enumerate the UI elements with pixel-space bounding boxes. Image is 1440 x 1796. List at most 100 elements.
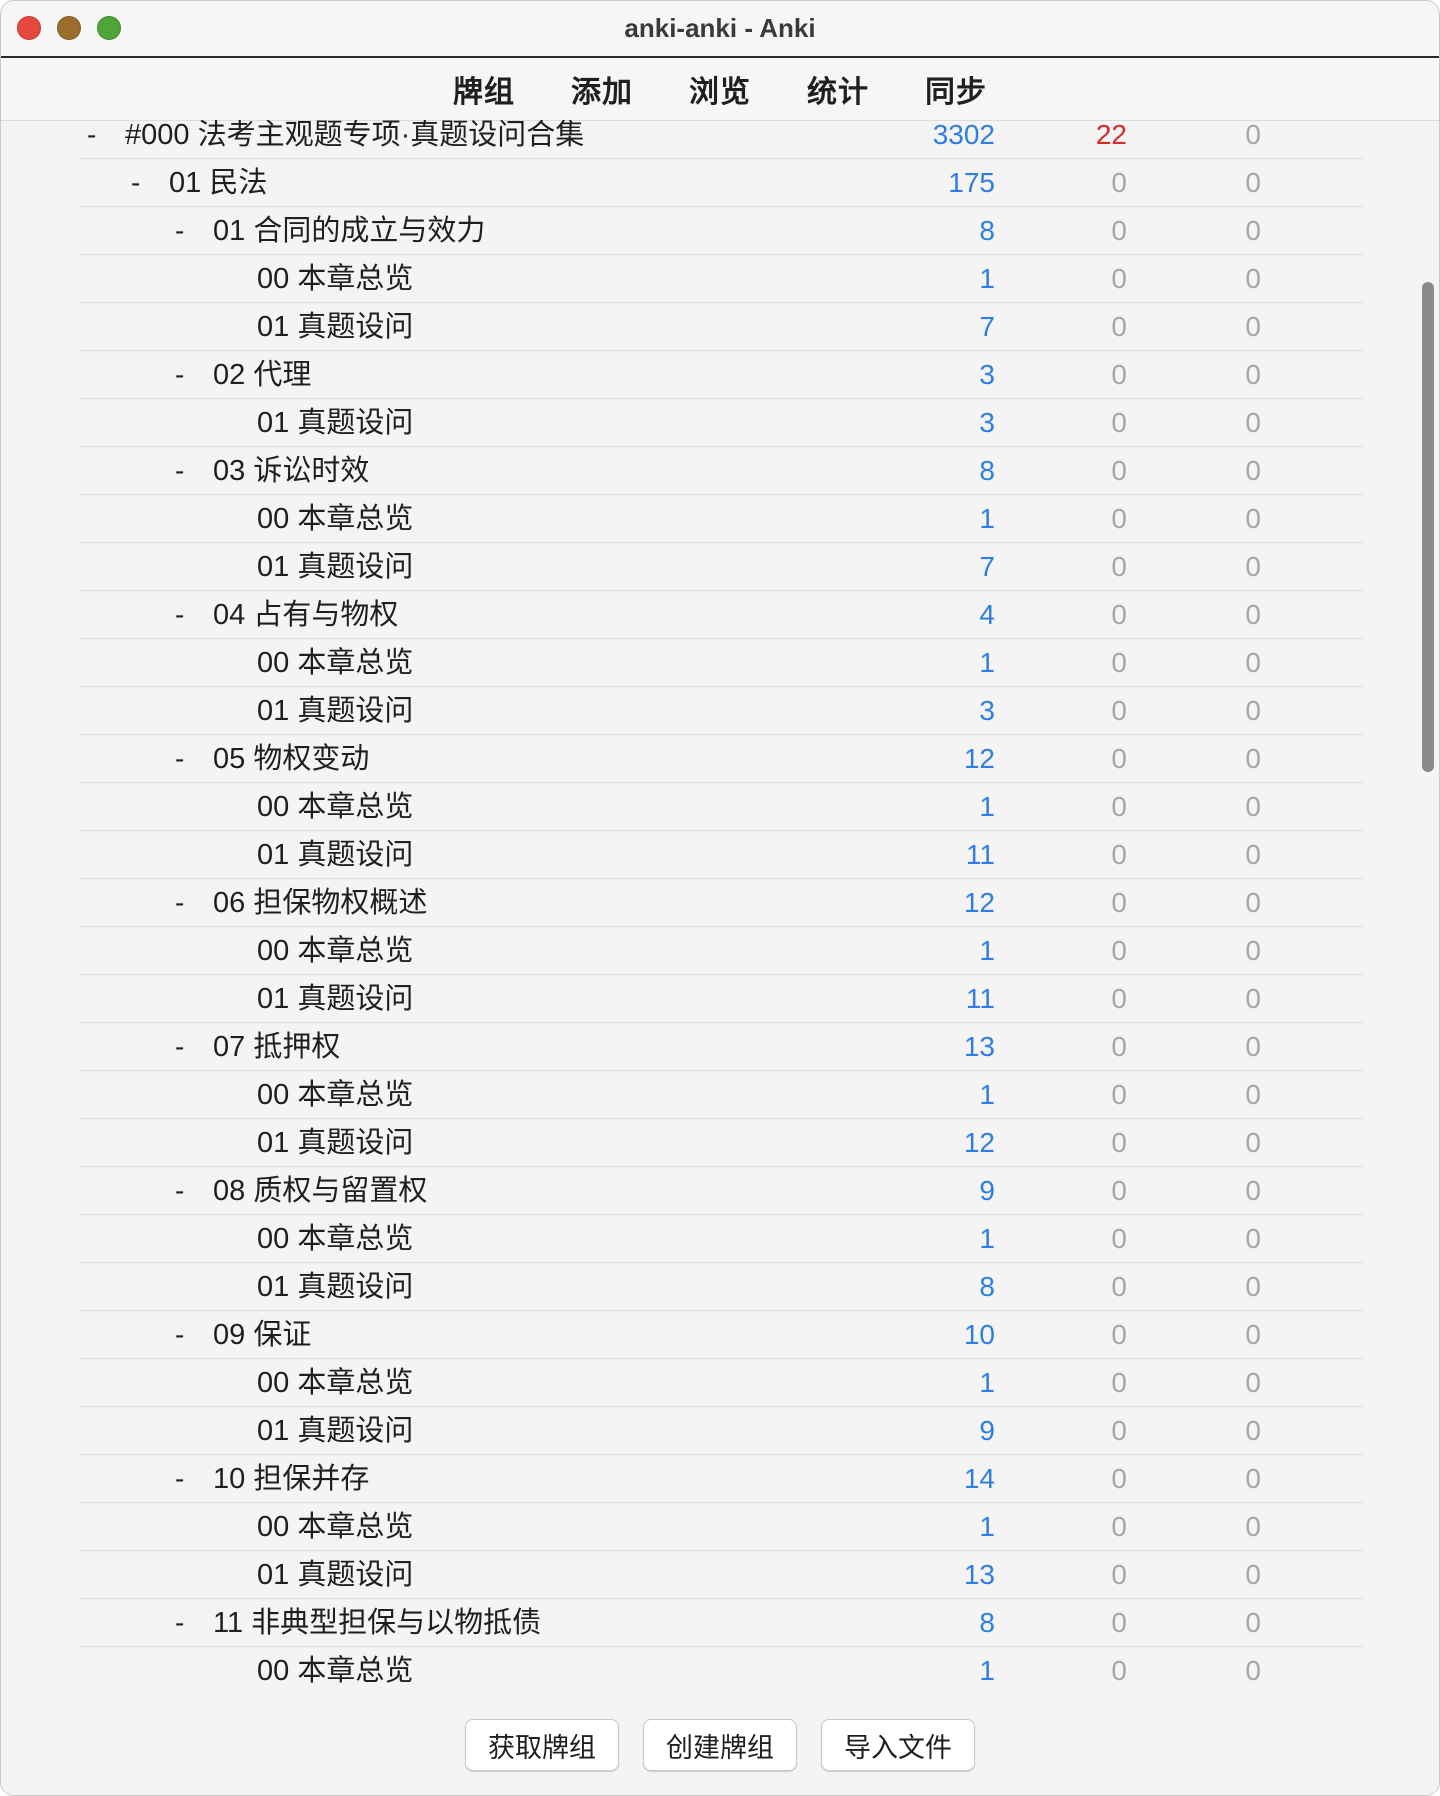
deck-list-area[interactable]: - #000 法考主观题专项·真题设问合集 3302 22 0-01 民法 175 0 0-0… [1,120,1439,1694]
due-count: 0 [1245,647,1261,678]
due-count: 0 [1245,983,1261,1014]
deck-name[interactable]: 04 占有与物权 [213,591,398,639]
deck-row[interactable]: 00 本章总览 1 0 0 [79,1503,1363,1551]
deck-row[interactable]: 00 本章总览 1 0 0 [79,783,1363,831]
create-deck-button[interactable]: 创建牌组 [643,1719,797,1771]
deck-name[interactable]: 05 物权变动 [213,735,369,783]
collapse-toggle[interactable]: - [175,447,184,495]
deck-row[interactable]: 01 真题设问 7 0 0 [79,303,1363,351]
deck-name[interactable]: 00 本章总览 [257,1503,413,1551]
deck-name[interactable]: 10 担保并存 [213,1455,369,1503]
toolbar-decks[interactable]: 牌组 [453,67,515,111]
collapse-toggle[interactable]: - [175,735,184,783]
new-count: 12 [963,887,995,918]
deck-row[interactable]: -06 担保物权概述 12 0 0 [79,879,1363,927]
deck-name[interactable]: 01 民法 [169,159,267,207]
collapse-toggle[interactable]: - [175,207,184,255]
deck-row[interactable]: 00 本章总览 1 0 0 [79,927,1363,975]
toolbar-browse[interactable]: 浏览 [689,67,751,111]
collapse-toggle[interactable]: - [175,1167,184,1215]
deck-row[interactable]: 01 真题设问 12 0 0 [79,1119,1363,1167]
deck-row[interactable]: 00 本章总览 1 0 0 [79,1215,1363,1263]
deck-row[interactable]: -04 占有与物权 4 0 0 [79,591,1363,639]
deck-row[interactable]: 01 真题设问 9 0 0 [79,1407,1363,1455]
deck-row[interactable]: -02 代理 3 0 0 [79,351,1363,399]
deck-name[interactable]: 01 真题设问 [257,687,413,735]
deck-name[interactable]: 00 本章总览 [257,783,413,831]
deck-row[interactable]: 01 真题设问 11 0 0 [79,975,1363,1023]
deck-name[interactable]: 00 本章总览 [257,1215,413,1263]
deck-row[interactable]: -09 保证 10 0 0 [79,1311,1363,1359]
deck-row[interactable]: -10 担保并存 14 0 0 [79,1455,1363,1503]
deck-name[interactable]: 08 质权与留置权 [213,1167,427,1215]
deck-row[interactable]: 00 本章总览 1 0 0 [79,1359,1363,1407]
deck-name[interactable]: 00 本章总览 [257,1647,413,1694]
deck-row[interactable]: 00 本章总览 1 0 0 [79,1647,1363,1694]
scrollbar-thumb[interactable] [1421,281,1435,773]
due-count: 0 [1245,1319,1261,1350]
deck-row[interactable]: -11 非典型担保与以物抵债 8 0 0 [79,1599,1363,1647]
get-shared-decks-button[interactable]: 获取牌组 [465,1719,619,1771]
deck-row[interactable]: 00 本章总览 1 0 0 [79,639,1363,687]
deck-row[interactable]: 01 真题设问 11 0 0 [79,831,1363,879]
new-count: 3 [979,407,995,438]
deck-row[interactable]: -01 合同的成立与效力 8 0 0 [79,207,1363,255]
deck-row[interactable]: 01 真题设问 13 0 0 [79,1551,1363,1599]
deck-row[interactable]: -03 诉讼时效 8 0 0 [79,447,1363,495]
deck-name[interactable]: 11 非典型担保与以物抵债 [213,1599,541,1647]
deck-name[interactable]: 06 担保物权概述 [213,879,427,927]
deck-name[interactable]: 00 本章总览 [257,495,413,543]
deck-name[interactable]: 01 真题设问 [257,831,413,879]
vertical-scrollbar[interactable] [1421,281,1435,773]
deck-row[interactable]: 01 真题设问 8 0 0 [79,1263,1363,1311]
deck-name[interactable]: 01 真题设问 [257,543,413,591]
deck-name[interactable]: 00 本章总览 [257,1071,413,1119]
learn-count: 0 [1111,1367,1127,1398]
toolbar-sync[interactable]: 同步 [925,67,987,111]
deck-name[interactable]: 03 诉讼时效 [213,447,369,495]
deck-name[interactable]: #000 法考主观题专项·真题设问合集 [125,120,584,159]
collapse-toggle[interactable]: - [175,1599,184,1647]
deck-name[interactable]: 01 真题设问 [257,303,413,351]
collapse-toggle[interactable]: - [175,879,184,927]
deck-row[interactable]: -01 民法 175 0 0 [79,159,1363,207]
deck-name[interactable]: 00 本章总览 [257,639,413,687]
collapse-toggle[interactable]: - [175,591,184,639]
deck-row[interactable]: 01 真题设问 3 0 0 [79,399,1363,447]
deck-name[interactable]: 00 本章总览 [257,927,413,975]
deck-row[interactable]: -08 质权与留置权 9 0 0 [79,1167,1363,1215]
deck-row[interactable]: 01 真题设问 3 0 0 [79,687,1363,735]
deck-name[interactable]: 01 真题设问 [257,1119,413,1167]
deck-row[interactable]: 00 本章总览 1 0 0 [79,255,1363,303]
deck-name[interactable]: 07 抵押权 [213,1023,340,1071]
deck-name[interactable]: 01 真题设问 [257,1551,413,1599]
import-file-button[interactable]: 导入文件 [821,1719,975,1771]
new-count: 12 [963,743,995,774]
collapse-toggle[interactable]: - [87,120,96,159]
deck-name[interactable]: 09 保证 [213,1311,311,1359]
toolbar-stats[interactable]: 统计 [807,67,869,111]
toolbar-add[interactable]: 添加 [571,67,633,111]
deck-name[interactable]: 00 本章总览 [257,1359,413,1407]
deck-name[interactable]: 01 真题设问 [257,975,413,1023]
deck-row[interactable]: 01 真题设问 7 0 0 [79,543,1363,591]
collapse-toggle[interactable]: - [175,1023,184,1071]
deck-name[interactable]: 01 真题设问 [257,1263,413,1311]
collapse-toggle[interactable]: - [175,351,184,399]
deck-name[interactable]: 00 本章总览 [257,255,413,303]
deck-name[interactable]: 01 真题设问 [257,399,413,447]
deck-row[interactable]: - #000 法考主观题专项·真题设问合集 3302 22 0 [79,120,1363,159]
deck-row[interactable]: 00 本章总览 1 0 0 [79,1071,1363,1119]
deck-name[interactable]: 01 真题设问 [257,1407,413,1455]
deck-row[interactable]: 00 本章总览 1 0 0 [79,495,1363,543]
learn-count: 0 [1111,215,1127,246]
new-count: 1 [979,503,995,534]
learn-count: 22 [1095,120,1127,150]
deck-name[interactable]: 02 代理 [213,351,311,399]
collapse-toggle[interactable]: - [175,1311,184,1359]
deck-row[interactable]: -07 抵押权 13 0 0 [79,1023,1363,1071]
collapse-toggle[interactable]: - [131,159,140,207]
deck-name[interactable]: 01 合同的成立与效力 [213,207,485,255]
deck-row[interactable]: -05 物权变动 12 0 0 [79,735,1363,783]
collapse-toggle[interactable]: - [175,1455,184,1503]
